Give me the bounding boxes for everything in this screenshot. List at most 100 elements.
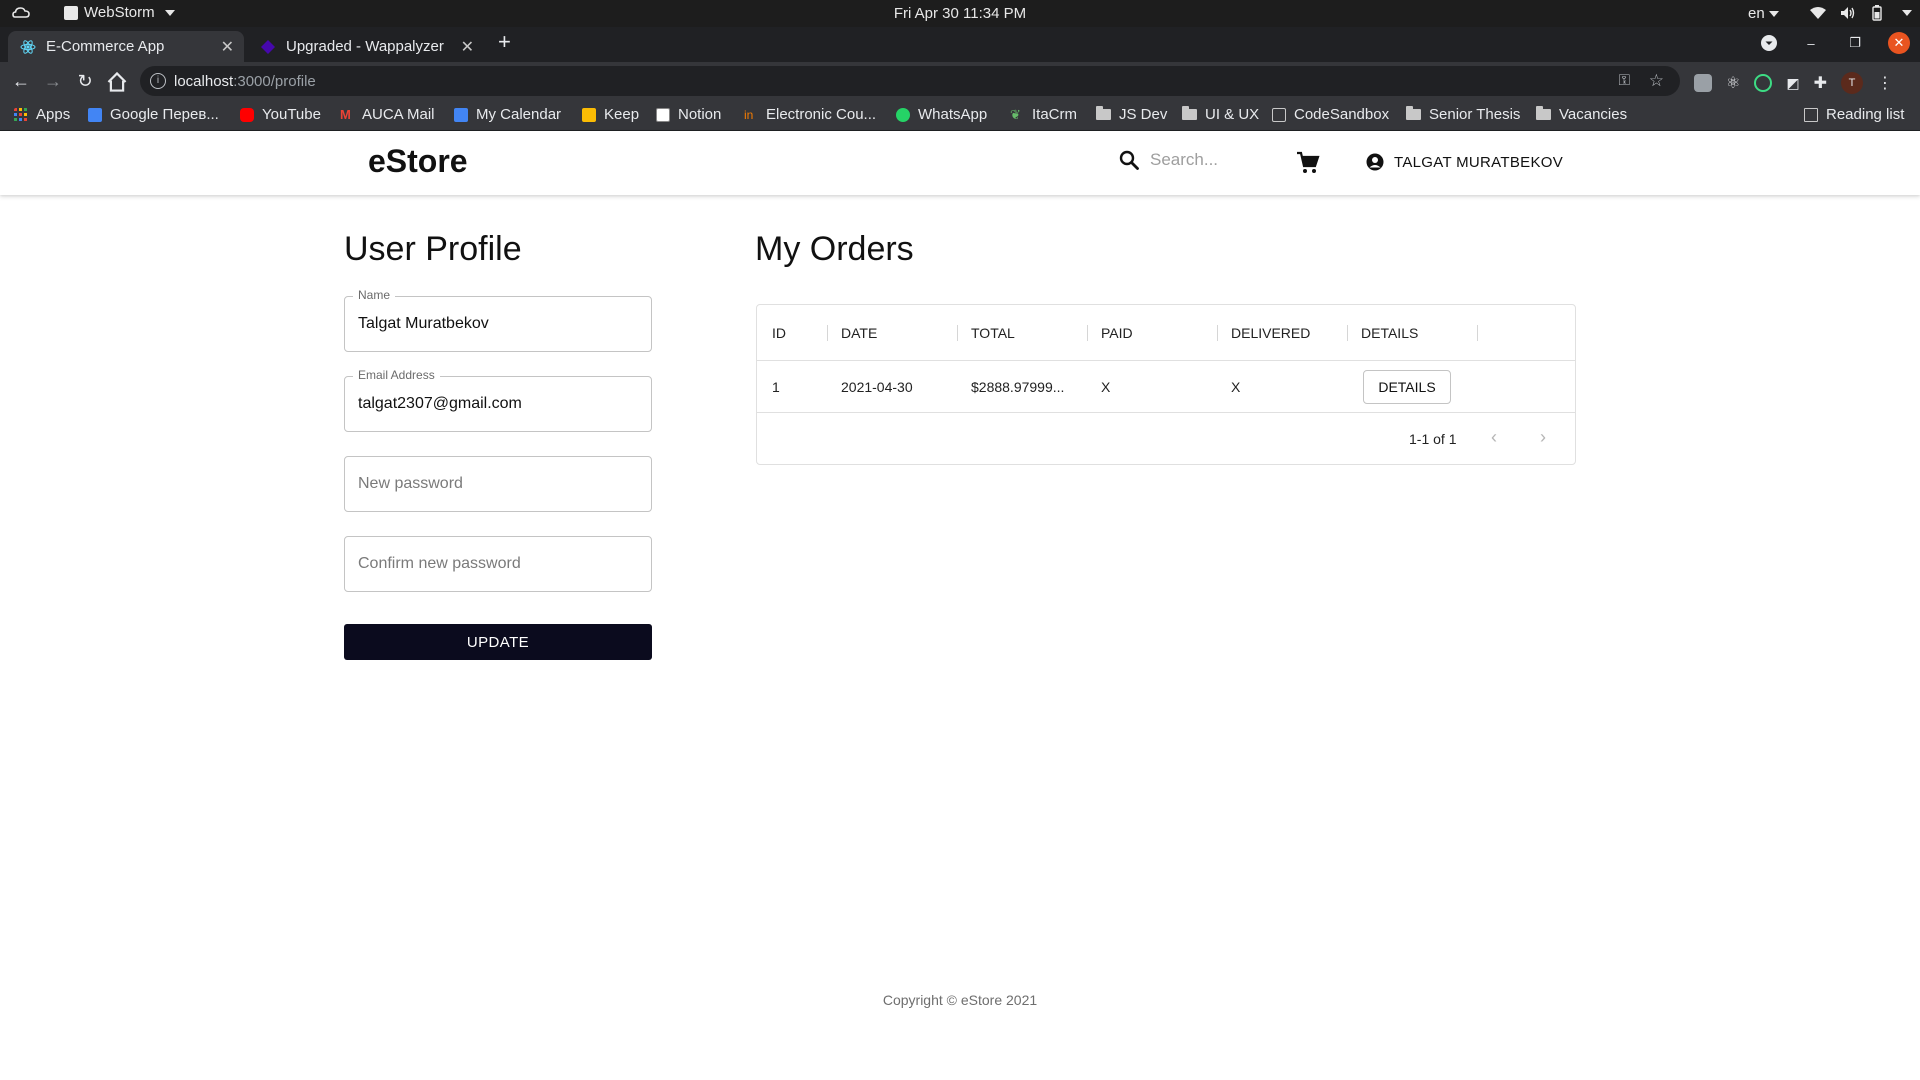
table-row[interactable]: 1 2021-04-30 $2888.97999... X X DETAILS: [757, 361, 1575, 413]
column-separator[interactable]: [1217, 325, 1218, 341]
bookmark-label: JS Dev: [1119, 106, 1168, 123]
bookmark-electronic-course[interactable]: in Electronic Cou...: [744, 106, 876, 123]
wifi-icon: [1810, 7, 1826, 19]
bookmark-label: UI & UX: [1205, 106, 1260, 123]
system-clock[interactable]: Fri Apr 30 11:34 PM: [0, 5, 1920, 22]
bookmark-auca-mail[interactable]: M AUCA Mail: [340, 106, 435, 123]
details-button[interactable]: DETAILS: [1363, 370, 1451, 404]
bookmark-folder-vacancies[interactable]: Vacancies: [1536, 106, 1627, 123]
folder-icon: [1536, 106, 1551, 120]
folder-icon: [1406, 106, 1421, 120]
forward-button[interactable]: →: [42, 70, 64, 92]
avatar[interactable]: T: [1840, 72, 1863, 94]
name-value: Talgat Muratbekov: [358, 315, 489, 332]
bookmarks-bar: Apps Google Перев... YouTube M AUCA Mail…: [0, 100, 1920, 131]
site-info-icon[interactable]: i: [150, 73, 166, 89]
bookmark-label: ItaCrm: [1032, 106, 1077, 123]
language-indicator[interactable]: en: [1748, 5, 1779, 22]
bookmark-notion[interactable]: Notion: [656, 106, 721, 123]
folder-icon: [1182, 106, 1197, 120]
column-separator[interactable]: [1347, 325, 1348, 341]
column-header-id[interactable]: ID: [772, 325, 786, 341]
column-header-delivered[interactable]: DELIVERED: [1231, 325, 1310, 341]
bookmark-my-calendar[interactable]: My Calendar: [454, 106, 561, 123]
close-tab-icon[interactable]: ✕: [461, 37, 474, 57]
close-tab-icon[interactable]: ✕: [221, 37, 234, 57]
bookmark-apps[interactable]: Apps: [14, 106, 70, 123]
bookmark-youtube[interactable]: YouTube: [240, 106, 321, 123]
name-field[interactable]: Name Talgat Muratbekov: [344, 288, 652, 352]
new-tab-button[interactable]: +: [498, 29, 511, 55]
tab-wappalyzer[interactable]: Upgraded - Wappalyzer ✕: [248, 31, 484, 62]
course-icon: in: [744, 107, 754, 122]
address-bar[interactable]: i localhost:3000/profile ⚿ ☆: [140, 66, 1680, 96]
battery-icon: [1872, 5, 1882, 21]
column-separator[interactable]: [1087, 325, 1088, 341]
minimize-button[interactable]: –: [1800, 32, 1822, 54]
grammarly-icon[interactable]: [1754, 74, 1773, 92]
update-button[interactable]: UPDATE: [344, 624, 652, 660]
new-password-field[interactable]: New password: [344, 456, 652, 512]
confirm-password-field[interactable]: Confirm new password: [344, 536, 652, 592]
bookmark-codesandbox[interactable]: CodeSandbox: [1272, 106, 1389, 123]
leaf-icon: ❦: [1010, 106, 1021, 122]
reload-button[interactable]: ↻: [74, 70, 96, 92]
bookmark-label: Senior Thesis: [1429, 106, 1521, 123]
cell-id: 1: [772, 379, 780, 395]
extension-icon[interactable]: [1694, 74, 1712, 92]
back-button[interactable]: ←: [10, 70, 32, 92]
brand-logo[interactable]: eStore: [368, 143, 468, 180]
column-header-paid[interactable]: PAID: [1101, 325, 1133, 341]
bookmark-folder-ui-ux[interactable]: UI & UX: [1182, 106, 1259, 123]
previous-page-button[interactable]: ‹: [1491, 427, 1497, 448]
column-separator[interactable]: [1477, 325, 1478, 341]
column-header-date[interactable]: DATE: [841, 325, 877, 341]
orders-table: ID DATE TOTAL PAID DELIVERED DETAILS 1 2…: [756, 304, 1576, 465]
column-header-total[interactable]: TOTAL: [971, 325, 1015, 341]
bookmark-itacrm[interactable]: ❦ ItaCrm: [1010, 106, 1077, 123]
bookmark-label: YouTube: [262, 106, 321, 123]
react-devtools-icon[interactable]: ⚛: [1726, 73, 1740, 93]
extension-icons: ⚛ ◩ ✚ T ⋮: [1694, 72, 1893, 94]
next-page-button[interactable]: ›: [1540, 427, 1546, 448]
user-name: TALGAT MURATBEKOV: [1394, 153, 1564, 171]
column-separator[interactable]: [827, 325, 828, 341]
email-label: Email Address: [353, 368, 440, 382]
bookmark-folder-senior-thesis[interactable]: Senior Thesis: [1406, 106, 1520, 123]
more-menu-icon[interactable]: ⋮: [1877, 73, 1893, 93]
volume-icon: [1841, 7, 1855, 19]
bookmark-google-translate[interactable]: Google Перев...: [88, 106, 219, 123]
extensions-puzzle-icon[interactable]: ✚: [1814, 73, 1827, 93]
keep-icon: [582, 107, 596, 122]
bookmark-label: AUCA Mail: [362, 106, 435, 123]
screen-capture-icon[interactable]: ◩: [1786, 75, 1799, 92]
bookmark-label: Keep: [604, 106, 640, 123]
bookmark-whatsapp[interactable]: WhatsApp: [896, 106, 987, 123]
reading-list-button[interactable]: Reading list: [1804, 106, 1904, 123]
close-window-button[interactable]: ✕: [1888, 32, 1910, 54]
system-tray[interactable]: [1810, 5, 1912, 21]
tab-search-icon[interactable]: [1760, 34, 1778, 52]
column-header-details[interactable]: DETAILS: [1361, 325, 1418, 341]
bookmark-star-icon[interactable]: ☆: [1649, 71, 1664, 91]
tab-ecommerce-app[interactable]: E-Commerce App ✕: [8, 31, 244, 62]
reading-list-icon: [1804, 107, 1818, 122]
confirm-password-placeholder: Confirm new password: [358, 555, 521, 572]
restore-button[interactable]: ❐: [1844, 32, 1866, 54]
browser-tab-strip: E-Commerce App ✕ Upgraded - Wappalyzer ✕…: [0, 27, 1920, 81]
user-menu[interactable]: TALGAT MURATBEKOV: [1366, 153, 1563, 171]
url-host: localhost: [174, 73, 234, 90]
browser-toolbar: ← → ↻ i localhost:3000/profile ⚿ ☆ ⚛ ◩ ✚…: [0, 62, 1920, 100]
os-top-bar: WebStorm Fri Apr 30 11:34 PM en: [0, 0, 1920, 27]
cart-icon[interactable]: [1296, 151, 1320, 175]
column-separator[interactable]: [957, 325, 958, 341]
search-input[interactable]: [1150, 150, 1290, 170]
bookmark-keep[interactable]: Keep: [582, 106, 639, 123]
new-password-placeholder: New password: [358, 475, 463, 492]
apps-grid-icon: [14, 107, 27, 121]
key-icon[interactable]: ⚿: [1619, 72, 1630, 89]
chevron-down-icon: [1768, 11, 1779, 18]
bookmark-folder-js-dev[interactable]: JS Dev: [1096, 106, 1167, 123]
home-icon[interactable]: [106, 71, 128, 93]
email-field[interactable]: Email Address talgat2307@gmail.com: [344, 368, 652, 432]
